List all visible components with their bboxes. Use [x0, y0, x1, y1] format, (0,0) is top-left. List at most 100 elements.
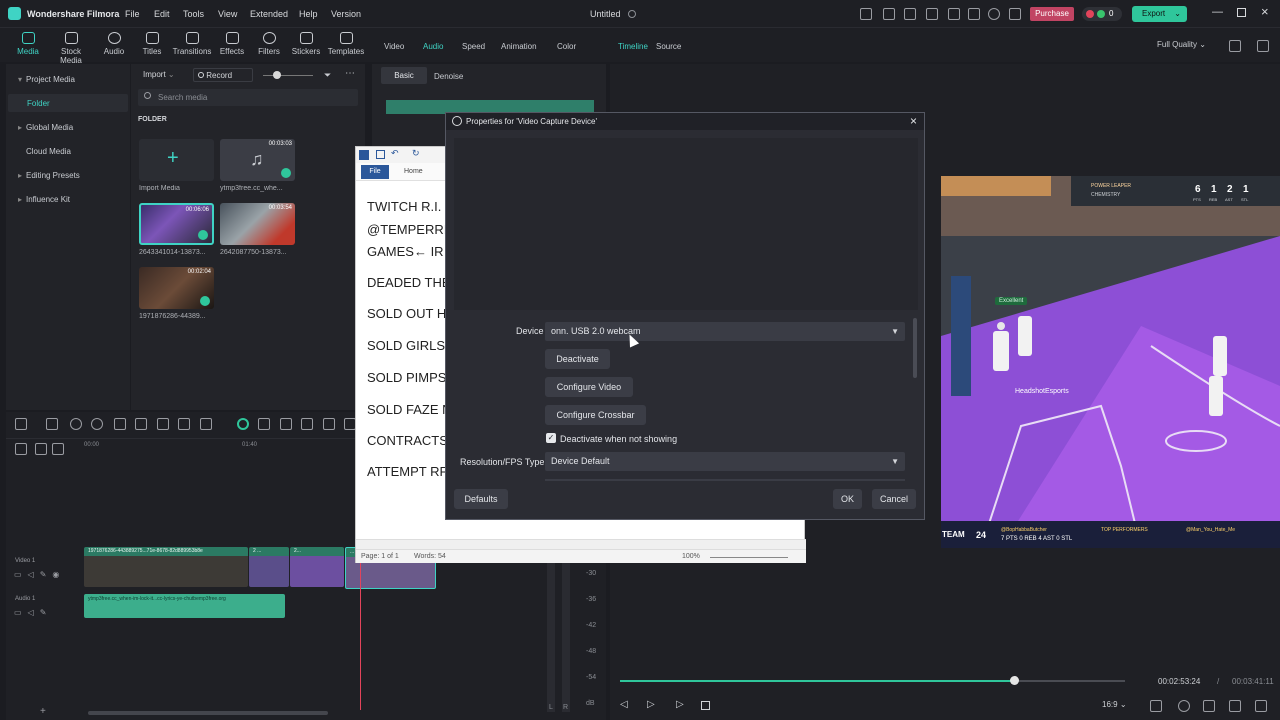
sidebar-item-project-media[interactable]: ▾ Project Media	[18, 75, 75, 84]
playback-progress-track[interactable]	[620, 676, 1125, 685]
undo-icon[interactable]	[70, 418, 82, 430]
menu-tools[interactable]: Tools	[183, 9, 204, 19]
fullscreen-icon[interactable]	[1257, 40, 1269, 52]
sidebar-item-editing-presets[interactable]: ▸ Editing Presets	[18, 171, 80, 180]
menu-view[interactable]: View	[218, 9, 237, 19]
media-item-video[interactable]: 00:02:04	[139, 267, 214, 309]
configure-video-button[interactable]: Configure Video	[545, 377, 633, 397]
stop-button[interactable]	[701, 701, 710, 710]
menu-version[interactable]: Version	[331, 9, 361, 19]
view-tab-source[interactable]: Source	[656, 42, 681, 51]
add-track-icon[interactable]	[15, 443, 27, 455]
prop-tab-audio[interactable]: Audio	[423, 42, 443, 51]
record-button[interactable]: Record	[193, 68, 253, 82]
undo-icon[interactable]: ↶	[391, 148, 399, 159]
menu-edit[interactable]: Edit	[154, 9, 170, 19]
configure-crossbar-button[interactable]: Configure Crossbar	[545, 405, 646, 425]
mask-icon[interactable]	[280, 418, 292, 430]
aspect-select[interactable]: 16:9 ⌄	[1102, 700, 1127, 709]
layout-icon[interactable]	[15, 418, 27, 430]
delete-icon[interactable]	[114, 418, 126, 430]
render-preview-icon[interactable]	[1178, 700, 1190, 712]
sidebar-item-global-media[interactable]: ▸ Global Media	[18, 123, 73, 132]
device-select[interactable]: onn. USB 2.0 webcam ▼	[545, 322, 905, 341]
gift-icon[interactable]	[860, 8, 872, 20]
tool-templates[interactable]: Templates	[324, 32, 368, 56]
search-bar[interactable]: Search media	[138, 89, 358, 106]
ai-tool-icon[interactable]	[237, 418, 249, 430]
prev-frame-button[interactable]: ◁	[620, 699, 628, 710]
minimize-button[interactable]: —	[1212, 6, 1223, 18]
video-clip[interactable]: 1971876286-443889275...71e-8678-82d88995…	[84, 547, 248, 587]
layout-icon[interactable]	[883, 8, 895, 20]
media-item-video[interactable]: 00:03:54	[220, 203, 295, 245]
cancel-button[interactable]: Cancel	[872, 489, 916, 509]
zoom-slider[interactable]	[263, 71, 313, 79]
sidebar-item-folder[interactable]: Folder	[8, 94, 128, 112]
text-icon[interactable]	[178, 418, 190, 430]
volume-icon[interactable]	[1229, 700, 1241, 712]
motion-icon[interactable]	[323, 418, 335, 430]
tool-stock-media[interactable]: Stock Media	[49, 32, 93, 65]
prop-tab-color[interactable]: Color	[557, 42, 576, 51]
select-tool-icon[interactable]	[46, 418, 58, 430]
maximize-button[interactable]	[1237, 8, 1246, 17]
menu-extended[interactable]: Extended	[250, 9, 288, 19]
subtab-basic[interactable]: Basic	[381, 67, 427, 84]
snapshot-icon[interactable]	[1229, 40, 1241, 52]
prop-tab-speed[interactable]: Speed	[462, 42, 485, 51]
export-button[interactable]: Export ⌄	[1132, 6, 1187, 22]
refresh-icon[interactable]: ↻	[412, 148, 420, 159]
more-tools-icon[interactable]	[200, 418, 212, 430]
menu-file[interactable]: File	[125, 9, 140, 19]
menu-help[interactable]: Help	[299, 9, 318, 19]
subtab-denoise[interactable]: Denoise	[434, 72, 463, 81]
deactivate-button[interactable]: Deactivate	[545, 349, 610, 369]
zoom-slider-handle[interactable]	[273, 71, 281, 79]
word-tab-file[interactable]: File	[361, 165, 389, 179]
upload-icon[interactable]	[1009, 8, 1021, 20]
ok-button[interactable]: OK	[833, 489, 862, 509]
sidebar-item-cloud-media[interactable]: Cloud Media	[26, 147, 71, 156]
more-icon[interactable]: ⋯	[345, 68, 355, 79]
dialog-scrollbar[interactable]	[913, 318, 917, 378]
link-icon[interactable]	[35, 443, 47, 455]
prop-tab-animation[interactable]: Animation	[501, 42, 537, 51]
video-clip[interactable]: 2 ...	[249, 547, 289, 587]
snapshot-icon[interactable]	[1150, 700, 1162, 712]
resolution-select[interactable]: Device Default ▼	[545, 452, 905, 471]
purchase-button[interactable]: Purchase	[1030, 7, 1074, 21]
import-button[interactable]: Import ⌄	[143, 70, 175, 79]
video-clip[interactable]: 2...	[290, 547, 344, 587]
camera-icon[interactable]	[1203, 700, 1215, 712]
grid-icon[interactable]	[904, 8, 916, 20]
word-hscrollbar[interactable]	[356, 539, 806, 549]
prop-tab-video[interactable]: Video	[384, 42, 404, 51]
tool-media[interactable]: Media	[6, 32, 50, 56]
close-window-button[interactable]: ×	[1261, 4, 1269, 19]
add-icon[interactable]: +	[40, 706, 46, 717]
speed-icon[interactable]	[258, 418, 270, 430]
quality-select[interactable]: Full Quality ⌄	[1157, 40, 1206, 49]
deactivate-when-not-showing-checkbox[interactable]: ✓	[546, 433, 556, 443]
audio-clip[interactable]: ytmp3free.cc_when-im-lock-it...cc-lyrics…	[84, 594, 285, 618]
play-reverse-button[interactable]: ▷	[647, 699, 655, 710]
expand-icon[interactable]	[1255, 700, 1267, 712]
search-input[interactable]: Search media	[158, 93, 207, 102]
playback-progress-handle[interactable]	[1009, 676, 1019, 685]
redo-icon[interactable]	[91, 418, 103, 430]
tool-stickers[interactable]: Stickers	[284, 32, 328, 56]
import-media-tile[interactable]: +	[139, 139, 214, 181]
credits-badge[interactable]: 0	[1082, 7, 1122, 21]
image-icon[interactable]	[301, 418, 313, 430]
play-button[interactable]: ▷	[676, 699, 684, 710]
timeline-scrollbar[interactable]	[88, 711, 328, 715]
magnet-icon[interactable]	[52, 443, 64, 455]
view-tab-timeline[interactable]: Timeline	[618, 42, 648, 51]
tool-transitions[interactable]: Transitions	[170, 32, 214, 56]
word-tab-home[interactable]: Home	[404, 168, 423, 175]
crop-icon[interactable]	[157, 418, 169, 430]
image-icon[interactable]	[948, 8, 960, 20]
media-item-video[interactable]: 00:06:06	[139, 203, 214, 245]
dialog-close-button[interactable]: ×	[910, 114, 917, 128]
